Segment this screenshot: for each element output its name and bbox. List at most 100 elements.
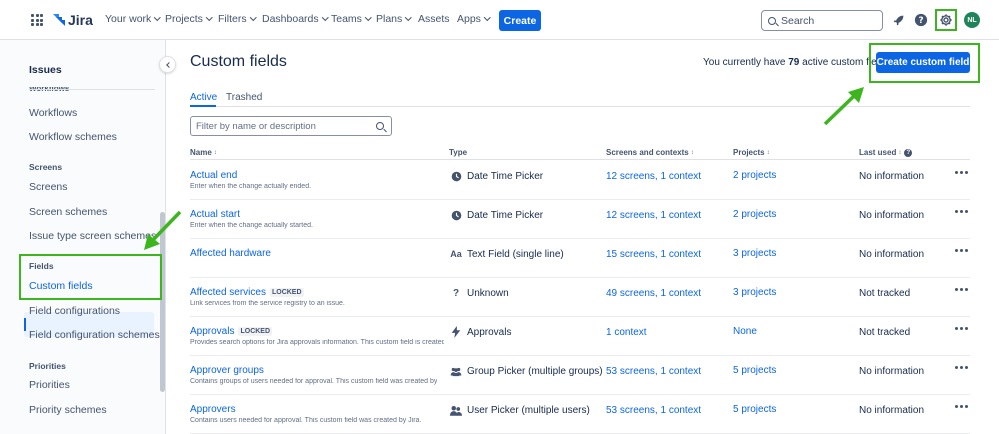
field-name-link[interactable]: Actual start [190, 209, 240, 220]
settings-gear-icon[interactable] [939, 13, 953, 27]
nav-plans[interactable]: Plans [376, 13, 412, 25]
chevron-down-icon [405, 14, 412, 21]
chevron-down-icon [206, 14, 213, 21]
field-name-link[interactable]: Approvers [190, 404, 236, 415]
nav-label: Your work [105, 13, 152, 25]
more-actions-button[interactable] [955, 327, 968, 330]
screens-contexts-link[interactable]: 15 screens, 1 context [606, 249, 701, 260]
table-header-divider [190, 159, 970, 160]
column-header-last-used[interactable]: Last used ↕? [859, 148, 913, 157]
projects-link[interactable]: 5 projects [733, 404, 776, 415]
jira-logo[interactable]: Jira [51, 11, 93, 29]
field-name-link[interactable]: Actual end [190, 170, 237, 181]
screens-contexts-link[interactable]: 12 screens, 1 context [606, 171, 701, 182]
sidebar-item-workflow-schemes[interactable]: Workflow schemes [29, 131, 117, 143]
user-avatar[interactable]: NL [964, 12, 980, 28]
column-header-projects[interactable]: Projects ↕ [733, 148, 770, 157]
nav-label: Assets [418, 13, 450, 25]
nav-filters[interactable]: Filters [218, 13, 257, 25]
last-used-value: No information [859, 366, 925, 377]
sidebar-title: Issues [29, 64, 62, 76]
chevron-down-icon [249, 14, 257, 21]
filter-placeholder: Filter by name or description [196, 120, 316, 132]
column-header-type: Type [449, 148, 468, 157]
group-icon [450, 365, 462, 377]
table-row: Approver groups Contains groups of users … [190, 356, 970, 395]
search-input[interactable]: Search [761, 10, 883, 31]
projects-link[interactable]: 2 projects [733, 170, 776, 181]
sidebar-item-field-configurations[interactable]: Field configurations [29, 305, 120, 317]
field-type: Date Time Picker [450, 209, 543, 221]
field-description: Enter when the change actually started. [190, 222, 313, 229]
nav-projects[interactable]: Projects [165, 13, 213, 25]
column-header-name[interactable]: Name ↕ [190, 148, 217, 157]
last-used-value: Not tracked [859, 288, 911, 299]
nav-label: Teams [331, 13, 362, 25]
table-row: Approvals LOCKED Provides search options f… [190, 317, 970, 356]
tab-active-underline [190, 105, 216, 107]
last-used-value: No information [859, 405, 925, 416]
last-used-value: Not tracked [859, 327, 911, 338]
nav-teams[interactable]: Teams [331, 13, 372, 25]
sidebar-heading-screens: Screens [29, 162, 63, 172]
filter-input[interactable]: Filter by name or description [190, 116, 392, 136]
create-button[interactable]: Create [499, 10, 541, 31]
last-used-value: No information [859, 171, 925, 182]
nav-assets[interactable]: Assets [418, 13, 450, 25]
projects-link[interactable]: 5 projects [733, 365, 776, 376]
nav-dashboards[interactable]: Dashboards [262, 13, 329, 25]
field-type: Group Picker (multiple groups) [450, 365, 603, 377]
more-actions-button[interactable] [955, 210, 968, 213]
more-actions-button[interactable] [955, 171, 968, 174]
screens-contexts-link[interactable]: 1 context [606, 327, 647, 338]
field-type: User Picker (multiple users) [450, 404, 590, 416]
more-actions-button[interactable] [955, 288, 968, 291]
create-custom-field-button[interactable]: Create custom field [876, 52, 970, 73]
app-switcher-icon[interactable] [31, 14, 43, 26]
screens-contexts-link[interactable]: 49 screens, 1 context [606, 288, 701, 299]
nav-apps[interactable]: Apps [457, 13, 491, 25]
nav-label: Dashboards [262, 13, 319, 25]
projects-link[interactable]: None [733, 326, 757, 337]
field-name-link[interactable]: Approvals LOCKED [190, 326, 273, 337]
projects-link[interactable]: 3 projects [733, 248, 776, 259]
top-navigation: Jira Your work Projects Filters Dashboards T… [0, 0, 999, 40]
column-header-screens[interactable]: Screens and contexts ↕ [606, 148, 694, 157]
question-icon: ? [452, 287, 460, 299]
more-actions-button[interactable] [955, 249, 968, 252]
notifications-rocket-icon[interactable] [889, 11, 907, 29]
projects-link[interactable]: 3 projects [733, 287, 776, 298]
help-icon[interactable]: ? [912, 11, 930, 29]
more-icon [955, 405, 968, 408]
projects-link[interactable]: 2 projects [733, 209, 776, 220]
screens-contexts-link[interactable]: 12 screens, 1 context [606, 210, 701, 221]
sidebar-divider [29, 89, 155, 90]
nav-your-work[interactable]: Your work [105, 13, 161, 25]
sidebar-active-indicator [24, 318, 26, 331]
tab-trashed[interactable]: Trashed [226, 92, 262, 103]
active-field-count: You currently have 79 active custom fiel… [703, 57, 890, 68]
more-actions-button[interactable] [955, 405, 968, 408]
sidebar-item-priority-schemes[interactable]: Priority schemes [29, 404, 107, 416]
tab-active[interactable]: Active [190, 92, 217, 103]
users-icon [450, 404, 462, 416]
field-name-link[interactable]: Approver groups [190, 365, 264, 376]
screens-contexts-link[interactable]: 53 screens, 1 context [606, 405, 701, 416]
help-icon[interactable]: ? [904, 148, 913, 157]
field-name-link[interactable]: Affected hardware [190, 248, 271, 259]
field-name-link[interactable]: Affected services LOCKED [190, 287, 304, 298]
sidebar-item-priorities[interactable]: Priorities [29, 379, 70, 391]
more-actions-button[interactable] [955, 366, 968, 369]
field-description: Contains groups of users needed for appr… [190, 378, 438, 385]
clock-icon [450, 209, 462, 221]
sidebar-item-screens[interactable]: Screens [29, 181, 68, 193]
chevron-down-icon [365, 14, 372, 21]
sidebar-item-issue-type-screen-schemes[interactable]: Issue type screen schemes [29, 230, 156, 242]
sidebar-item-screen-schemes[interactable]: Screen schemes [29, 206, 107, 218]
sidebar-item-workflows[interactable]: Workflows [29, 107, 77, 119]
collapse-sidebar-button[interactable] [159, 56, 176, 73]
sidebar-item-field-configuration-schemes[interactable]: Field configuration schemes [29, 329, 160, 341]
locked-badge: LOCKED [269, 288, 304, 297]
screens-contexts-link[interactable]: 53 screens, 1 context [606, 366, 701, 377]
clock-icon [450, 170, 462, 182]
